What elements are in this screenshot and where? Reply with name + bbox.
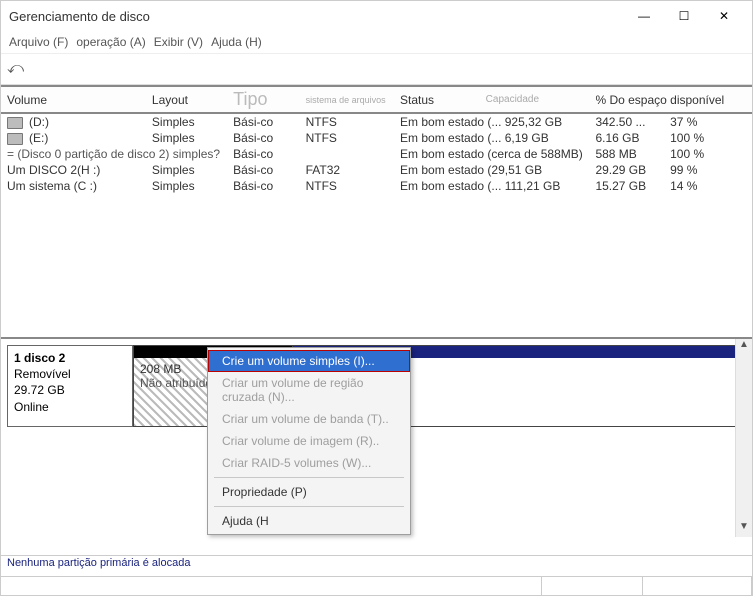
volume-name: (D:) [29,115,49,129]
cell-type: Bási-co [227,130,299,146]
col-fs[interactable]: sistema de arquivos [300,86,394,113]
scroll-up-icon[interactable]: ▲ [736,339,752,355]
ctx-separator [214,477,404,478]
cell-filesystem [300,146,394,162]
ctx-help[interactable]: Ajuda (H [208,510,410,532]
cell-type: Bási-co [227,113,299,130]
content-split: Volume Layout Tipo sistema de arquivos S… [1,85,752,555]
col-layout[interactable]: Layout [146,86,227,113]
cell-layout: Simples [146,178,227,194]
ctx-separator [214,506,404,507]
maximize-button[interactable]: ☐ [664,2,704,30]
cell-filesystem: NTFS [300,130,394,146]
cell-type: Bási-co [227,178,299,194]
col-type[interactable]: Tipo [227,86,299,113]
disk-size: 29.72 GB [14,382,126,398]
disk-info-box[interactable]: 1 disco 2 Removível 29.72 GB Online [7,345,133,427]
window-title: Gerenciamento de disco [9,9,624,24]
disk-kind: Removível [14,366,126,382]
titlebar: Gerenciamento de disco — ☐ ✕ [1,1,752,31]
volume-name: (E:) [29,131,48,145]
cell-type: Bási-co [227,162,299,178]
col-free[interactable]: % Do espaço disponível [589,86,752,113]
cell-layout: Simples [146,162,227,178]
scroll-down-icon[interactable]: ▼ [736,521,752,537]
graphical-pane: 1 disco 2 Removível 29.72 GB Online 208 … [1,339,752,555]
cell-free-size: 6.16 GB [589,130,664,146]
cell-type: Bási-co [227,146,299,162]
disk-management-window: Gerenciamento de disco — ☐ ✕ Arquivo (F)… [0,0,753,596]
ctx-new-striped-volume[interactable]: Criar um volume de banda (T).. [208,408,410,430]
disk-state: Online [14,399,126,415]
ctx-new-mirror-volume[interactable]: Criar volume de imagem (R).. [208,430,410,452]
toolbar: ⤺ [1,54,752,85]
cell-free-pct: 14 % [664,178,752,194]
minimize-button[interactable]: — [624,2,664,30]
table-row[interactable]: (E:) SimplesBási-coNTFSEm bom estado (...… [1,130,752,146]
table-header-row: Volume Layout Tipo sistema de arquivos S… [1,86,752,113]
cell-volume: = (Disco 0 partição de disco 2) simples? [1,146,227,162]
drive-icon [7,117,23,129]
ctx-properties[interactable]: Propriedade (P) [208,481,410,503]
back-icon[interactable]: ⤺ [7,60,24,78]
col-volume[interactable]: Volume [1,86,146,113]
cell-volume: (E:) [1,130,146,146]
menu-file[interactable]: Arquivo (F) [9,35,68,49]
status-bar [1,576,752,595]
cell-free-pct: 37 % [664,113,752,130]
close-button[interactable]: ✕ [704,2,744,30]
cell-free-size: 342.50 ... [589,113,664,130]
menubar: Arquivo (F) operação (A) Exibir (V) Ajud… [1,31,752,54]
cell-free-size: 588 MB [589,146,664,162]
col-capacity[interactable]: Capacidade [480,86,590,113]
volume-list-pane: Volume Layout Tipo sistema de arquivos S… [1,85,752,339]
menu-help[interactable]: Ajuda (H) [211,35,262,49]
context-menu: Crie um volume simples (I)... Criar um v… [207,347,411,535]
cell-status: Em bom estado (... 6,19 GB [394,130,589,146]
volume-name: Um sistema (C :) [7,179,97,193]
menu-view[interactable]: Exibir (V) [154,35,203,49]
legend-bar: Nenhuma partição primária é alocada [1,555,752,576]
cell-filesystem: NTFS [300,113,394,130]
ctx-new-spanned-volume[interactable]: Criar um volume de região cruzada (N)... [208,372,410,408]
cell-free-pct: 100 % [664,146,752,162]
volume-name: Um DISCO 2(H :) [7,163,100,177]
cell-layout: Simples [146,130,227,146]
cell-volume: (D:) [1,113,146,130]
cell-status: Em bom estado (... 925,32 GB [394,113,589,130]
cell-status: Em bom estado (... 111,21 GB [394,178,589,194]
cell-filesystem: FAT32 [300,162,394,178]
table-row[interactable]: (D:) SimplesBási-coNTFSEm bom estado (...… [1,113,752,130]
cell-volume: Um DISCO 2(H :) [1,162,146,178]
ctx-new-raid5-volume[interactable]: Criar RAID-5 volumes (W)... [208,452,410,474]
col-status[interactable]: Status [394,86,480,113]
drive-icon [7,133,23,145]
cell-layout: Simples [146,113,227,130]
cell-free-size: 29.29 GB [589,162,664,178]
cell-status: Em bom estado (cerca de 588MB) [394,146,589,162]
volume-name: = (Disco 0 partição de disco 2) simples? [7,147,220,161]
disk-name: 1 disco 2 [14,350,126,366]
legend-text: Nenhuma partição primária é alocada [7,557,190,569]
menu-action[interactable]: operação (A) [76,35,145,49]
table-row[interactable]: Um DISCO 2(H :) SimplesBási-coFAT32Em bom… [1,162,752,178]
window-controls: — ☐ ✕ [624,2,744,30]
cell-status: Em bom estado (29,51 GB [394,162,589,178]
table-row[interactable]: Um sistema (C :) SimplesBási-coNTFSEm bom… [1,178,752,194]
vertical-scrollbar[interactable]: ▲ ▼ [735,339,752,537]
ctx-new-simple-volume[interactable]: Crie um volume simples (I)... [208,350,410,372]
table-row[interactable]: = (Disco 0 partição de disco 2) simples?… [1,146,752,162]
volume-table: Volume Layout Tipo sistema de arquivos S… [1,85,752,194]
cell-volume: Um sistema (C :) [1,178,146,194]
cell-free-pct: 99 % [664,162,752,178]
cell-filesystem: NTFS [300,178,394,194]
cell-free-size: 15.27 GB [589,178,664,194]
cell-free-pct: 100 % [664,130,752,146]
